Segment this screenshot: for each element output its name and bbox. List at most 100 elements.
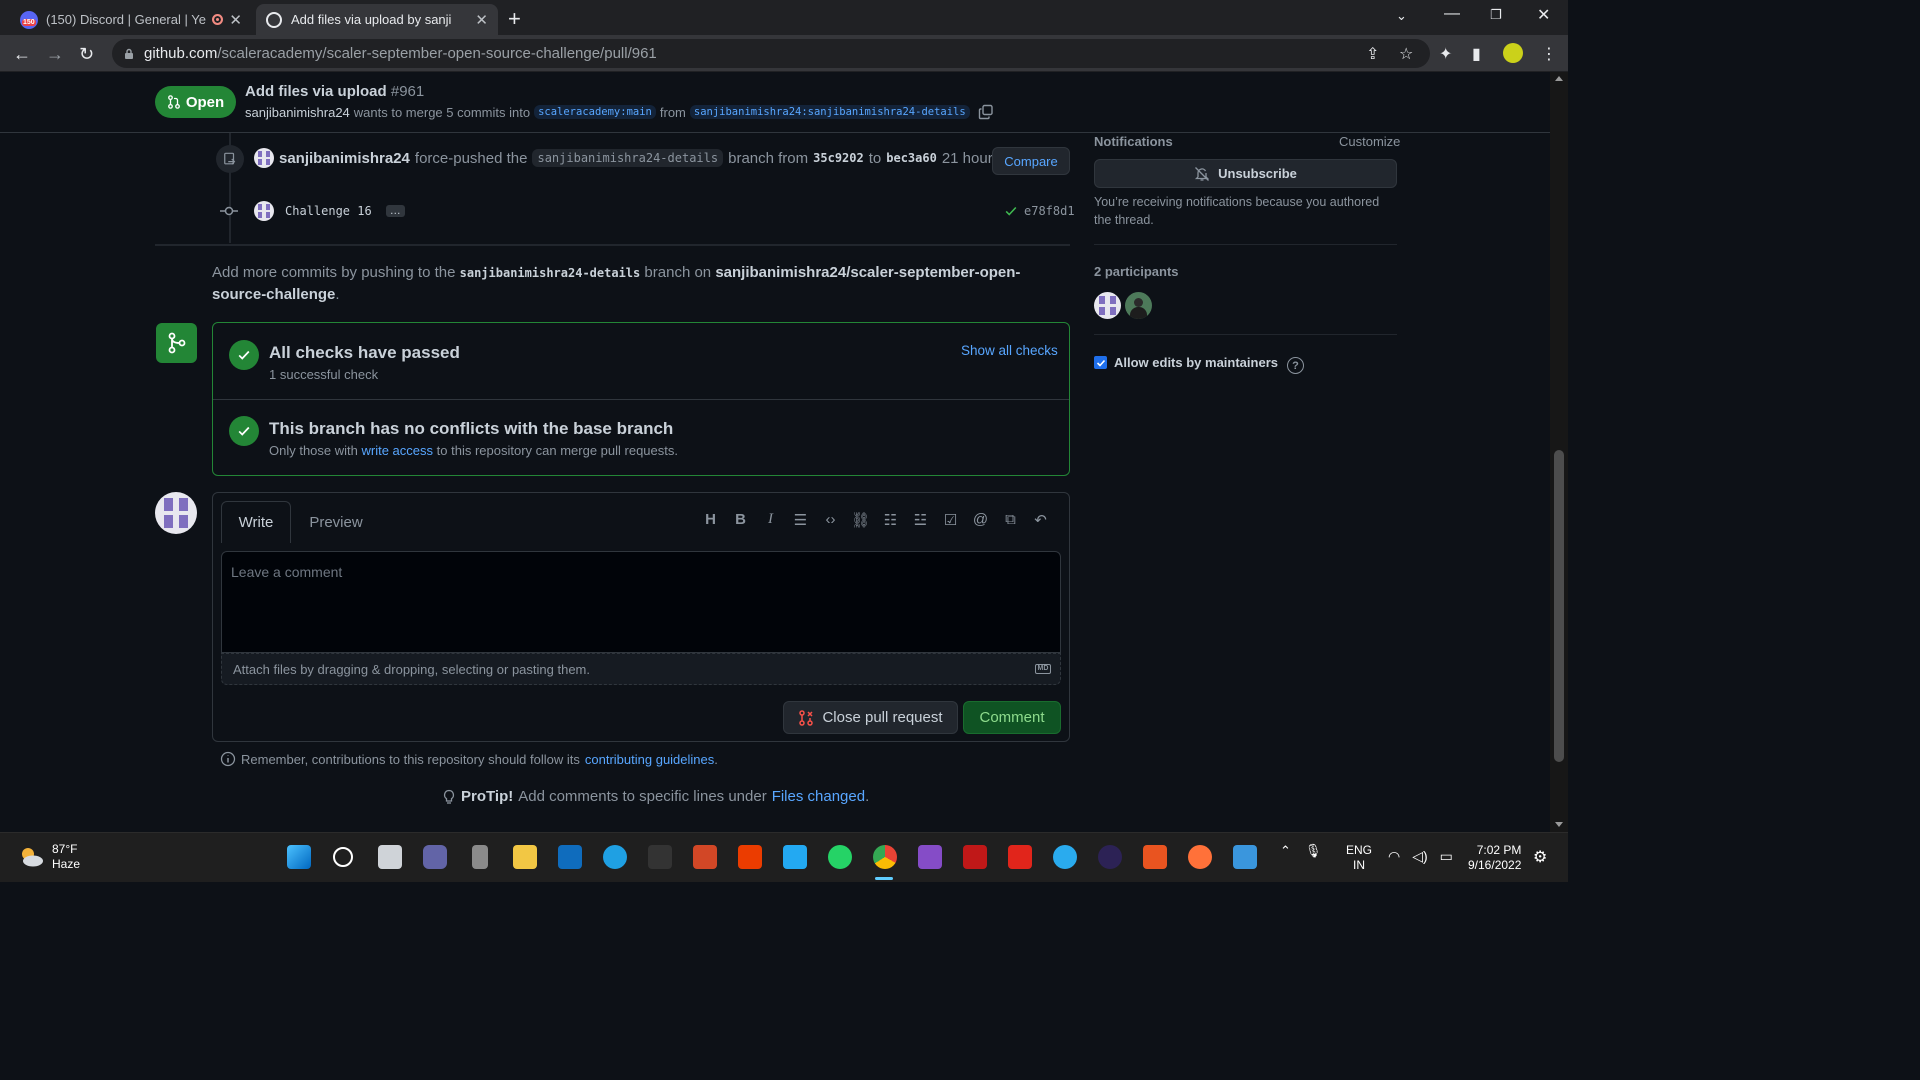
ubuntu-icon[interactable] bbox=[1143, 845, 1167, 869]
numbered-list-icon[interactable]: ☳ bbox=[911, 511, 930, 529]
link-icon[interactable]: ⛓ bbox=[851, 511, 870, 529]
code-icon[interactable]: ‹› bbox=[821, 511, 840, 529]
task-list-icon[interactable]: ☑ bbox=[941, 511, 960, 529]
close-tab-icon[interactable]: ✕ bbox=[229, 11, 242, 29]
scroll-down-icon[interactable] bbox=[1555, 822, 1563, 827]
mail-icon[interactable] bbox=[558, 845, 582, 869]
close-pull-request-button[interactable]: Close pull request bbox=[783, 701, 958, 734]
visual-studio-icon[interactable] bbox=[918, 845, 942, 869]
question-icon[interactable]: ? bbox=[1287, 357, 1304, 374]
chevron-up-icon[interactable]: ⌃ bbox=[1280, 843, 1291, 859]
task-view-icon[interactable] bbox=[378, 845, 402, 869]
expand-commit-button[interactable]: … bbox=[385, 205, 405, 217]
from-sha-link[interactable]: 35c9202 bbox=[813, 151, 864, 165]
tab-preview[interactable]: Preview bbox=[299, 501, 373, 543]
restore-icon[interactable]: ❐ bbox=[1490, 7, 1502, 23]
compare-button[interactable]: Compare bbox=[992, 147, 1070, 175]
reload-icon[interactable]: ↻ bbox=[79, 44, 94, 65]
teams-chat-icon[interactable] bbox=[423, 845, 447, 869]
attach-files-zone[interactable]: Attach files by dragging & dropping, sel… bbox=[221, 653, 1061, 685]
notepad-icon[interactable] bbox=[1233, 845, 1257, 869]
new-tab-icon[interactable]: + bbox=[508, 6, 521, 32]
base-branch-pill[interactable]: scaleracademy:main bbox=[534, 105, 656, 119]
check-icon[interactable] bbox=[1004, 204, 1018, 218]
system-tray: ⌃ 🎙 bbox=[1280, 843, 1321, 859]
side-panel-icon[interactable]: ▮ bbox=[1472, 44, 1481, 64]
notifications-icon[interactable]: ⚙ bbox=[1533, 847, 1547, 867]
start-icon[interactable] bbox=[287, 845, 311, 869]
tray-status-icons[interactable]: ◠ ◁) ▭ bbox=[1388, 848, 1453, 865]
microphone-app-icon[interactable] bbox=[472, 845, 488, 869]
address-bar[interactable]: github.com/scaleracademy/scaler-septembe… bbox=[112, 39, 1430, 68]
to-sha-link[interactable]: bec3a60 bbox=[886, 151, 937, 165]
avatar[interactable] bbox=[254, 148, 274, 168]
avatar[interactable] bbox=[254, 201, 274, 221]
back-arrow-icon[interactable]: ← bbox=[13, 44, 31, 65]
quote-icon[interactable]: ☰ bbox=[791, 511, 810, 529]
chrome-icon[interactable] bbox=[873, 845, 897, 869]
italic-icon[interactable]: I bbox=[761, 511, 780, 529]
allow-edits-option[interactable]: Allow edits by maintainers bbox=[1094, 355, 1278, 370]
vscode-icon[interactable] bbox=[783, 845, 807, 869]
search-icon[interactable] bbox=[333, 847, 353, 867]
reference-icon[interactable]: ⧉ bbox=[1001, 511, 1020, 529]
mcafee-icon[interactable] bbox=[963, 845, 987, 869]
force-push-author[interactable]: sanjibanimishra24 bbox=[279, 150, 410, 167]
head-branch-pill[interactable]: sanjibanimishra24:sanjibanimishra24-deta… bbox=[689, 105, 970, 119]
files-changed-link[interactable]: Files changed bbox=[772, 788, 865, 805]
share-icon[interactable]: ⇪ bbox=[1366, 44, 1379, 64]
commit-sha-link[interactable]: e78f8d1 bbox=[1024, 204, 1075, 218]
acrobat-icon[interactable] bbox=[1008, 845, 1032, 869]
conflicts-title: This branch has no conflicts with the ba… bbox=[269, 419, 674, 438]
participant-avatar[interactable] bbox=[1125, 292, 1152, 319]
edge-icon[interactable] bbox=[603, 845, 627, 869]
telegram-icon[interactable] bbox=[1053, 845, 1077, 869]
bold-icon[interactable]: B bbox=[731, 511, 750, 529]
scrollbar-thumb[interactable] bbox=[1554, 450, 1564, 762]
reply-icon[interactable]: ↶ bbox=[1031, 511, 1050, 529]
participant-avatar[interactable] bbox=[1094, 292, 1121, 319]
unsubscribe-button[interactable]: Unsubscribe bbox=[1094, 159, 1397, 188]
force-push-branch[interactable]: sanjibanimishra24-details bbox=[532, 149, 724, 167]
scroll-up-icon[interactable] bbox=[1555, 76, 1563, 81]
heading-icon[interactable]: H bbox=[701, 511, 720, 529]
tab-github-pr[interactable]: Add files via upload by sanjibanimishra2… bbox=[256, 4, 498, 35]
window-close-icon[interactable]: ✕ bbox=[1537, 5, 1550, 25]
tab-write[interactable]: Write bbox=[221, 501, 291, 543]
copy-icon[interactable] bbox=[978, 104, 994, 120]
allow-edits-checkbox[interactable] bbox=[1094, 356, 1107, 369]
close-tab-icon[interactable]: ✕ bbox=[475, 11, 488, 29]
file-explorer-icon[interactable] bbox=[513, 845, 537, 869]
bulleted-list-icon[interactable]: ☷ bbox=[881, 511, 900, 529]
forward-arrow-icon[interactable]: → bbox=[46, 44, 64, 65]
microphone-icon[interactable]: 🎙 bbox=[1305, 843, 1322, 859]
tab-discord[interactable]: 150 (150) Discord | General | Yello ✕ bbox=[10, 4, 252, 35]
write-access-link[interactable]: write access bbox=[362, 443, 434, 458]
clock[interactable]: 7:02 PM 9/16/2022 bbox=[1468, 843, 1521, 873]
tab-search-chevron-icon[interactable]: ⌄ bbox=[1396, 8, 1407, 24]
page-scrollbar[interactable] bbox=[1550, 72, 1568, 832]
comment-button[interactable]: Comment bbox=[963, 701, 1061, 734]
show-all-checks-link[interactable]: Show all checks bbox=[961, 343, 1058, 358]
customize-link[interactable]: Customize bbox=[1339, 134, 1400, 149]
weather-widget[interactable]: 87°F Haze bbox=[18, 842, 80, 872]
epic-games-icon[interactable] bbox=[648, 845, 672, 869]
pr-author-link[interactable]: sanjibanimishra24 bbox=[245, 105, 350, 120]
bookmark-star-icon[interactable]: ☆ bbox=[1399, 44, 1413, 64]
powerpoint-icon[interactable] bbox=[693, 845, 717, 869]
whatsapp-icon[interactable] bbox=[828, 845, 852, 869]
contributing-guidelines-link[interactable]: contributing guidelines bbox=[585, 752, 714, 767]
minimize-icon[interactable]: — bbox=[1444, 5, 1460, 23]
firefox-icon[interactable] bbox=[1188, 845, 1212, 869]
markdown-icon[interactable]: MD bbox=[1035, 664, 1051, 674]
office-icon[interactable] bbox=[738, 845, 762, 869]
extensions-icon[interactable]: ✦ bbox=[1439, 44, 1452, 64]
language-indicator[interactable]: ENG IN bbox=[1346, 843, 1372, 873]
commit-message-link[interactable]: Challenge 16 bbox=[285, 204, 372, 218]
eclipse-icon[interactable] bbox=[1098, 845, 1122, 869]
comment-textarea[interactable] bbox=[221, 551, 1061, 653]
profile-avatar[interactable] bbox=[1503, 43, 1523, 63]
current-user-avatar[interactable] bbox=[155, 492, 197, 534]
menu-kebab-icon[interactable]: ⋮ bbox=[1541, 44, 1557, 64]
mention-icon[interactable]: @ bbox=[971, 511, 990, 529]
